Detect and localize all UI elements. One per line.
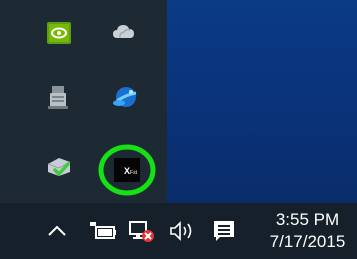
screen: X Fst 3:55 PM 7/17/2015 [0,0,357,259]
volume-button[interactable] [166,203,200,259]
chevron-up-icon [48,225,66,236]
show-hidden-icons-button[interactable] [44,203,70,259]
svg-text:Fst: Fst [130,170,138,176]
clock-time: 3:55 PM [275,210,340,229]
bluetooth-icon[interactable] [111,83,139,111]
usb-device-icon[interactable] [44,83,72,111]
speaker-icon [170,221,192,241]
network-disconnected-icon [129,221,154,242]
action-center-button[interactable] [208,203,240,259]
action-center-icon [214,221,234,241]
battery-charging-icon [90,222,116,239]
desktop-background [167,0,357,203]
network-adapter-icon[interactable] [45,152,73,180]
clock-date: 7/17/2015 [269,232,346,251]
notification-overflow-panel: X Fst [0,0,167,203]
system-clock[interactable]: 3:55 PM 7/17/2015 [258,203,357,259]
xfast-icon[interactable]: X Fst [97,144,157,196]
network-status-button[interactable] [124,203,158,259]
taskbar: 3:55 PM 7/17/2015 [0,203,357,259]
nvidia-icon[interactable] [45,19,73,47]
onedrive-icon[interactable] [110,18,138,46]
power-button[interactable] [87,203,119,259]
